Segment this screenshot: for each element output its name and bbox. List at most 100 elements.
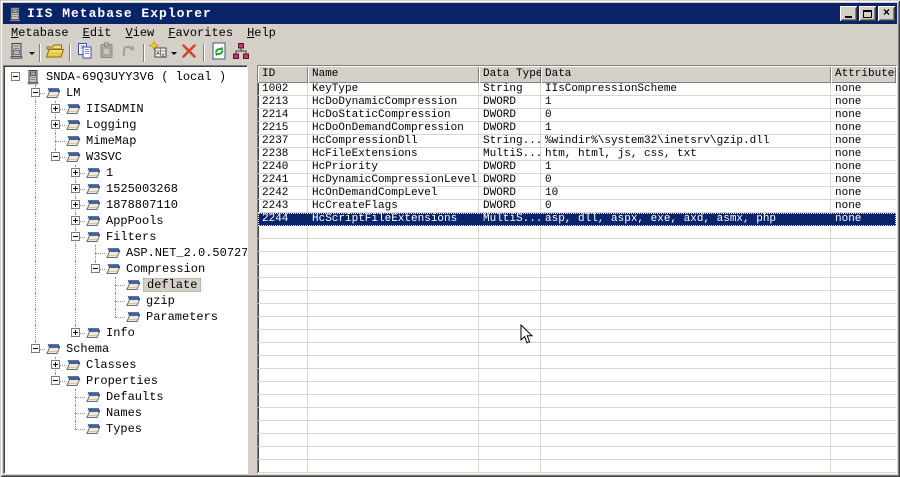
table-row-2244[interactable]: 2244 HcScriptFileExtensions MultiS... asp, … bbox=[258, 213, 896, 226]
dropdown-caret-icon[interactable] bbox=[171, 51, 177, 55]
table-row-empty[interactable] bbox=[258, 395, 896, 408]
tree-node-w3svc[interactable]: W3SVC bbox=[4, 149, 247, 165]
tree-expander-minus[interactable] bbox=[11, 72, 20, 81]
minimize-button[interactable] bbox=[840, 6, 857, 21]
menu-edit[interactable]: Edit bbox=[76, 25, 119, 42]
table-row-2238[interactable]: 2238 HcFileExtensions MultiS... htm, html, … bbox=[258, 148, 896, 161]
table-row-2240[interactable]: 2240 HcPriority DWORD 1 none bbox=[258, 161, 896, 174]
tree-node-snda-69q3uyy3v6-local-[interactable]: SNDA-69Q3UYY3V6 ( local ) bbox=[4, 69, 247, 85]
menu-view[interactable]: View bbox=[118, 25, 161, 42]
tree-node-mimemap[interactable]: MimeMap bbox=[4, 133, 247, 149]
tree-expander-minus[interactable] bbox=[51, 152, 60, 161]
tree-expander-plus[interactable] bbox=[71, 200, 80, 209]
tree-node-asp-net-2-0-50727-0[interactable]: ASP.NET_2.0.50727.0 bbox=[4, 245, 247, 261]
tree-node-label[interactable]: Compression bbox=[123, 262, 208, 276]
menu-metabase[interactable]: Metabase bbox=[4, 25, 76, 42]
table-row-2215[interactable]: 2215 HcDoOnDemandCompression DWORD 1 none bbox=[258, 122, 896, 135]
maximize-button[interactable] bbox=[859, 6, 876, 21]
tree-node-label[interactable]: 1 bbox=[103, 166, 116, 180]
tree-node-label[interactable]: Names bbox=[103, 406, 145, 420]
copy-button[interactable] bbox=[74, 42, 96, 64]
tree-expander-minus[interactable] bbox=[91, 264, 100, 273]
tree-node-label[interactable]: W3SVC bbox=[83, 150, 125, 164]
tree-node-label[interactable]: Parameters bbox=[143, 310, 221, 324]
tree-node-gzip[interactable]: gzip bbox=[4, 293, 247, 309]
table-row-empty[interactable] bbox=[258, 447, 896, 460]
tree-node-logging[interactable]: Logging bbox=[4, 117, 247, 133]
tree-node-label[interactable]: 1878807110 bbox=[103, 198, 181, 212]
tree-node-label[interactable]: Classes bbox=[83, 358, 139, 372]
refresh-button[interactable] bbox=[208, 42, 230, 64]
table-row-2237[interactable]: 2237 HcCompressionDll String... %windir%\sy… bbox=[258, 135, 896, 148]
tree-node-label[interactable]: gzip bbox=[143, 294, 178, 308]
table-row-empty[interactable] bbox=[258, 304, 896, 317]
column-header-id[interactable]: ID bbox=[258, 66, 308, 83]
tree-node-label[interactable]: LM bbox=[63, 86, 83, 100]
table-row-empty[interactable] bbox=[258, 317, 896, 330]
tree-node-iisadmin[interactable]: IISADMIN bbox=[4, 101, 247, 117]
tree-node-schema[interactable]: Schema bbox=[4, 341, 247, 357]
table-row-empty[interactable] bbox=[258, 369, 896, 382]
tree-node-properties[interactable]: Properties bbox=[4, 373, 247, 389]
menu-favorites[interactable]: Favorites bbox=[161, 25, 240, 42]
tree-node-label[interactable]: Properties bbox=[83, 374, 161, 388]
column-header-data-type[interactable]: Data Type bbox=[479, 66, 541, 83]
column-header-name[interactable]: Name bbox=[308, 66, 479, 83]
table-row-2242[interactable]: 2242 HcOnDemandCompLevel DWORD 10 none bbox=[258, 187, 896, 200]
tree-expander-plus[interactable] bbox=[51, 120, 60, 129]
tree-node-label[interactable]: ASP.NET_2.0.50727.0 bbox=[123, 246, 247, 260]
tree-node-parameters[interactable]: Parameters bbox=[4, 309, 247, 325]
table-row-empty[interactable] bbox=[258, 226, 896, 239]
export-key-button[interactable] bbox=[44, 43, 66, 64]
tree-node-label[interactable]: Filters bbox=[103, 230, 159, 244]
tree-node-label[interactable]: Types bbox=[103, 422, 145, 436]
tree-node-label[interactable]: SNDA-69Q3UYY3V6 ( local ) bbox=[43, 70, 229, 84]
tree-node-label[interactable]: MimeMap bbox=[83, 134, 139, 148]
table-row-2214[interactable]: 2214 HcDoStaticCompression DWORD 0 none bbox=[258, 109, 896, 122]
table-row-2213[interactable]: 2213 HcDoDynamicCompression DWORD 1 none bbox=[258, 96, 896, 109]
table-row-2241[interactable]: 2241 HcDynamicCompressionLevel DWORD 0 none bbox=[258, 174, 896, 187]
tree-expander-plus[interactable] bbox=[51, 104, 60, 113]
table-row-empty[interactable] bbox=[258, 421, 896, 434]
tree-node-label[interactable]: IISADMIN bbox=[83, 102, 147, 116]
tree-node-names[interactable]: Names bbox=[4, 405, 247, 421]
panel-splitter[interactable] bbox=[248, 65, 257, 474]
hierarchy-view-button[interactable] bbox=[230, 42, 252, 64]
tree-expander-minus[interactable] bbox=[51, 376, 60, 385]
column-header-data[interactable]: Data bbox=[541, 66, 831, 83]
delete-button[interactable] bbox=[178, 43, 200, 64]
tree-node-filters[interactable]: Filters bbox=[4, 229, 247, 245]
table-row-empty[interactable] bbox=[258, 382, 896, 395]
tree-node-label[interactable]: Logging bbox=[83, 118, 139, 132]
tree-node-label[interactable]: Info bbox=[103, 326, 138, 340]
tree-expander-minus[interactable] bbox=[31, 88, 40, 97]
dropdown-caret-icon[interactable] bbox=[29, 51, 35, 55]
tree-node-lm[interactable]: LM bbox=[4, 85, 247, 101]
tree-node-label[interactable]: Schema bbox=[63, 342, 112, 356]
tree-node-defaults[interactable]: Defaults bbox=[4, 389, 247, 405]
tree-node-1525003268[interactable]: 1525003268 bbox=[4, 181, 247, 197]
tree-node-classes[interactable]: Classes bbox=[4, 357, 247, 373]
tree-node-label[interactable]: Defaults bbox=[103, 390, 167, 404]
table-row-empty[interactable] bbox=[258, 239, 896, 252]
table-row-empty[interactable] bbox=[258, 460, 896, 473]
table-row-empty[interactable] bbox=[258, 278, 896, 291]
table-row-empty[interactable] bbox=[258, 408, 896, 421]
tree-node-apppools[interactable]: AppPools bbox=[4, 213, 247, 229]
tree-expander-minus[interactable] bbox=[31, 344, 40, 353]
table-row-empty[interactable] bbox=[258, 343, 896, 356]
tree-expander-plus[interactable] bbox=[71, 184, 80, 193]
tree-expander-minus[interactable] bbox=[71, 232, 80, 241]
table-row-empty[interactable] bbox=[258, 252, 896, 265]
table-row-2243[interactable]: 2243 HcCreateFlags DWORD 0 none bbox=[258, 200, 896, 213]
tree-node-deflate[interactable]: deflate bbox=[4, 277, 247, 293]
table-row-empty[interactable] bbox=[258, 356, 896, 369]
tree-node-label[interactable]: 1525003268 bbox=[103, 182, 181, 196]
tree-node-label[interactable]: AppPools bbox=[103, 214, 167, 228]
tree-node-compression[interactable]: Compression bbox=[4, 261, 247, 277]
tree-expander-plus[interactable] bbox=[71, 216, 80, 225]
new-record-button[interactable] bbox=[148, 40, 178, 64]
column-header-attributes[interactable]: Attributes bbox=[831, 66, 896, 83]
tree-node-label[interactable]: deflate bbox=[143, 278, 202, 292]
table-row-empty[interactable] bbox=[258, 330, 896, 343]
